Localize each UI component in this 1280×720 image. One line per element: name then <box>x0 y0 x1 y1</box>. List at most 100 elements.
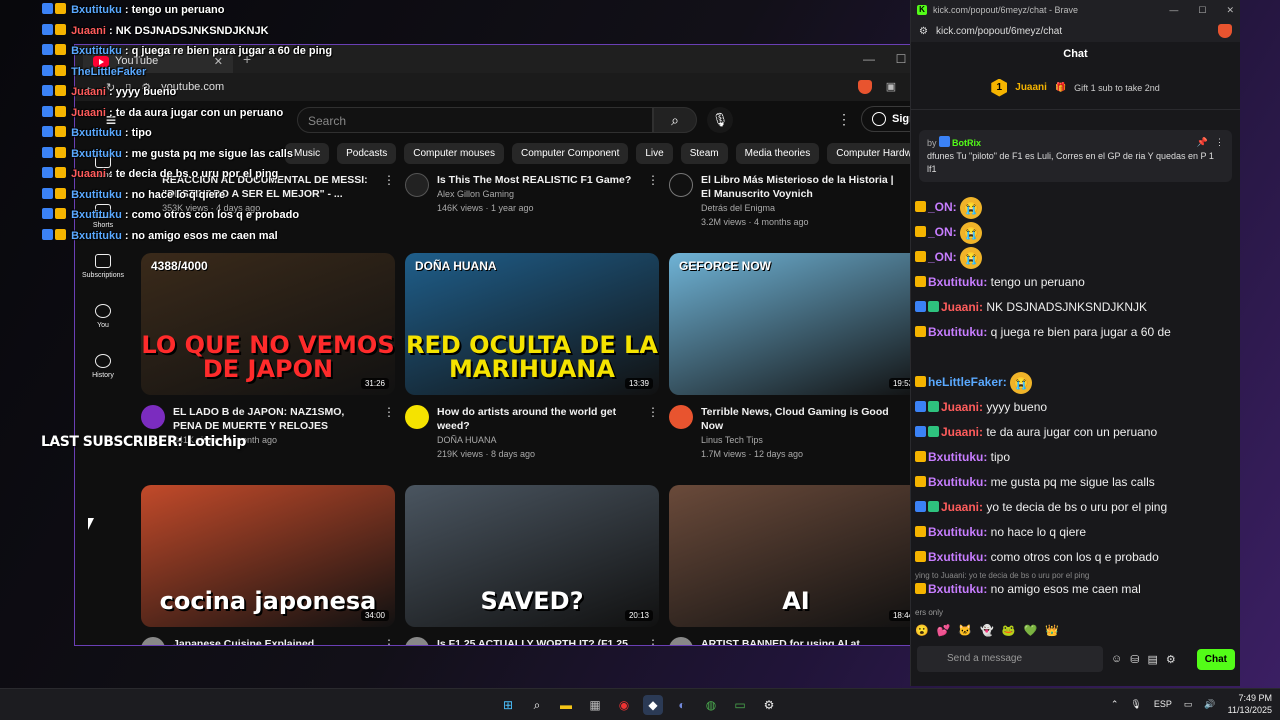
chat-username[interactable]: Juaani: <box>941 400 983 414</box>
channel-avatar[interactable] <box>405 173 429 197</box>
chat-username[interactable]: Bxutituku: <box>928 582 987 596</box>
sidebar-item-history[interactable]: History <box>75 341 131 391</box>
channel-avatar[interactable] <box>405 637 429 645</box>
settings-gear-icon[interactable]: ⚙ <box>1166 653 1176 666</box>
chat-username[interactable]: Bxutituku: <box>928 550 987 564</box>
url-field[interactable]: kick.com/popout/6meyz/chat <box>936 26 1062 37</box>
video-card[interactable]: GEFORCE NOW 19:53 Terrible News, Cloud Gam… <box>669 253 923 461</box>
emoji-icon[interactable]: ☺ <box>1111 653 1122 665</box>
sidebar-item-you[interactable]: You <box>75 291 131 341</box>
video-thumbnail[interactable]: AI 18:44 <box>669 485 923 627</box>
channel-name[interactable]: DOÑA HUANA <box>437 433 639 447</box>
chat-username[interactable]: Bxutituku: <box>928 325 987 339</box>
top-gifter[interactable]: Juaani <box>1015 82 1047 93</box>
video-thumbnail[interactable]: GEFORCE NOW 19:53 <box>669 253 923 395</box>
channel-name[interactable]: Alex Gillon Gaming <box>437 187 631 201</box>
channel-avatar[interactable] <box>405 405 429 429</box>
sidebar-item-subscriptions[interactable]: Subscriptions <box>75 241 131 291</box>
channel-name[interactable]: Detrás del Enigma <box>701 201 903 215</box>
site-info-icon[interactable]: ⚙ <box>919 26 928 37</box>
video-title[interactable]: Terrible News, Cloud Gaming is Good Now <box>701 405 903 433</box>
video-card[interactable]: El Libro Más Misterioso de la Historia |… <box>669 173 923 229</box>
video-menu-icon[interactable]: ⋮ <box>383 637 395 645</box>
channel-avatar[interactable] <box>141 405 165 429</box>
chat-username[interactable]: _ON: <box>928 200 957 214</box>
app-icon[interactable]: ◉ <box>614 695 634 715</box>
store-icon[interactable]: ▦ <box>585 695 605 715</box>
network-icon[interactable]: ▭ <box>1184 699 1193 710</box>
emote-icon[interactable]: 👑 <box>1045 624 1059 637</box>
sidebar-toggle-icon[interactable]: ▣ <box>886 80 896 94</box>
chat-username[interactable]: Bxutituku: <box>928 450 987 464</box>
chat-username[interactable]: Juaani: <box>941 500 983 514</box>
emote-icon[interactable]: 💚 <box>1024 624 1038 637</box>
video-card[interactable]: AI18:44 ARTIST BANNED for using AI at DRA… <box>669 485 923 645</box>
video-title[interactable]: Is F1 25 ACTUALLY WORTH IT? (F1 25 <box>437 637 628 645</box>
video-card[interactable]: cocina japonesa 34:00 Japanese Cuisine Exp… <box>141 485 395 645</box>
close-icon[interactable]: ✕ <box>1226 5 1234 16</box>
brave-shield-icon[interactable] <box>857 80 872 94</box>
language-indicator[interactable]: ESP <box>1154 699 1172 709</box>
chat-username[interactable]: Bxutituku: <box>928 275 987 289</box>
video-menu-icon[interactable]: ⋮ <box>647 637 659 645</box>
volume-icon[interactable]: 🔊 <box>1204 699 1215 710</box>
emote-icon[interactable]: 😮 <box>915 624 929 637</box>
discord-icon[interactable]: ◐ <box>672 695 692 715</box>
channel-avatar[interactable] <box>669 637 693 645</box>
video-title[interactable]: Japanese Cuisine Explained <box>173 637 314 645</box>
chat-username[interactable]: _ON: <box>928 250 957 264</box>
voice-search-button[interactable]: 🎙 <box>707 107 733 133</box>
emote-icon[interactable]: 💕 <box>937 624 951 637</box>
search-button[interactable]: ⌕ <box>653 107 697 133</box>
emote-icon[interactable]: 🐸 <box>1002 624 1016 637</box>
channel-name[interactable]: Linus Tech Tips <box>701 433 903 447</box>
kick-chat-window[interactable]: K kick.com/popout/6meyz/chat - Brave — ☐… <box>910 0 1240 686</box>
video-title[interactable]: Is This The Most REALISTIC F1 Game? <box>437 173 631 187</box>
chat-username[interactable]: Bxutituku: <box>928 525 987 539</box>
microphone-icon[interactable]: 🎙 <box>1130 699 1141 710</box>
video-title[interactable]: El Libro Más Misterioso de la Historia |… <box>701 173 903 201</box>
video-thumbnail[interactable]: DOÑA HUANA RED OCULTA DE LA MARIHUANA 13:3… <box>405 253 659 395</box>
chip-computer-component[interactable]: Computer Component <box>511 143 629 164</box>
terminal-icon[interactable]: ▭ <box>730 695 750 715</box>
video-card[interactable]: 4388/4000 LO QUE NO VEMOS DE JAPON 31:26 EL… <box>141 253 395 447</box>
chrome-icon[interactable]: ◍ <box>701 695 721 715</box>
chat-username[interactable]: heLittleFaker: <box>928 375 1007 389</box>
store-icon[interactable]: ▤ <box>1147 653 1157 666</box>
chip-media-theories[interactable]: Media theories <box>735 143 820 164</box>
tray-overflow-icon[interactable]: ⌃ <box>1111 699 1119 710</box>
video-thumbnail[interactable]: cocina japonesa 34:00 <box>141 485 395 627</box>
brave-shield-icon[interactable] <box>1218 24 1232 38</box>
file-explorer-icon[interactable]: ▬ <box>556 695 576 715</box>
video-title[interactable]: ARTIST BANNED for using AI at DRAGON <box>701 637 903 645</box>
video-menu-icon[interactable]: ⋮ <box>383 405 395 447</box>
video-thumbnail[interactable]: SAVED? 20:13 <box>405 485 659 627</box>
channel-avatar[interactable] <box>141 637 165 645</box>
video-title[interactable]: EL LADO B de JAPON: NAZ1SMO, PENA DE MUE… <box>173 405 375 433</box>
gift-cta[interactable]: Gift 1 sub to take 2nd <box>1074 83 1160 93</box>
clock[interactable]: 7:49 PM 11/13/2025 <box>1228 692 1272 716</box>
search-icon[interactable]: ⌕ <box>527 695 547 715</box>
chat-input[interactable]: Send a message <box>917 646 1103 672</box>
chat-username[interactable]: Juaani: <box>941 300 983 314</box>
pin-icon[interactable]: 📌 <box>1197 136 1208 149</box>
chat-username[interactable]: Juaani: <box>941 425 983 439</box>
maximize-icon[interactable]: ☐ <box>1198 5 1206 16</box>
pinned-user[interactable]: BotRix <box>952 138 981 148</box>
video-card[interactable]: Is This The Most REALISTIC F1 Game? Alex… <box>405 173 659 215</box>
windows-start-icon[interactable]: ⊞ <box>498 695 518 715</box>
chip-live[interactable]: Live <box>636 143 673 164</box>
chip-computer-mouses[interactable]: Computer mouses <box>404 143 504 164</box>
send-chat-button[interactable]: Chat <box>1196 648 1235 670</box>
video-menu-icon[interactable]: ⋮ <box>383 173 395 215</box>
emote-icon[interactable]: 🐱 <box>958 624 972 637</box>
minimize-icon[interactable]: — <box>1169 5 1178 16</box>
video-title[interactable]: How do artists around the world get weed… <box>437 405 639 433</box>
minimize-icon[interactable]: — <box>853 52 885 66</box>
video-menu-icon[interactable]: ⋮ <box>647 173 659 215</box>
brave-browser-icon[interactable]: ◆ <box>643 695 663 715</box>
chat-username[interactable]: Bxutituku: <box>928 475 987 489</box>
channel-avatar[interactable] <box>669 405 693 429</box>
kick-points-icon[interactable]: ⛁ <box>1130 653 1139 666</box>
emote-icon[interactable]: 👻 <box>980 624 994 637</box>
